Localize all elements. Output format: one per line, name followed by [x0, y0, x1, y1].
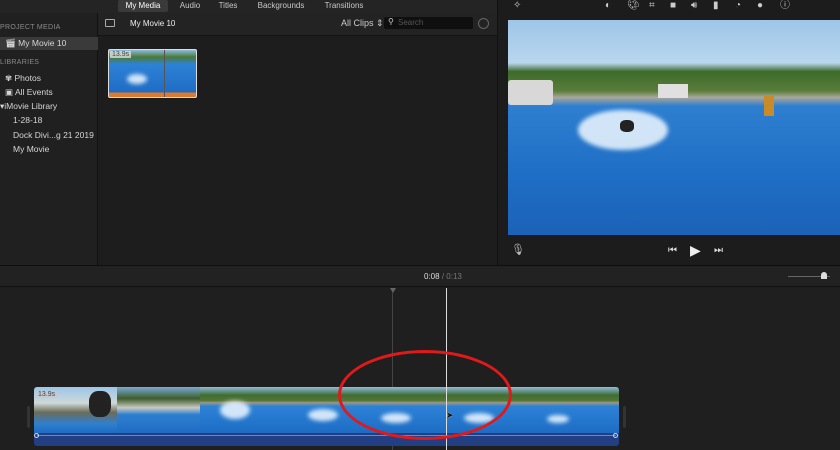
stabilization-icon[interactable]: ■	[670, 0, 676, 11]
magic-wand-icon[interactable]: ✧	[513, 0, 521, 11]
sidebar-item-event[interactable]: Dock Divi...g 21 2019	[0, 129, 98, 142]
red-annotation-circle	[338, 350, 512, 440]
chevron-updown-icon: ⇕	[376, 18, 384, 28]
fade-handle-right[interactable]	[613, 433, 618, 438]
project-media-heading: PROJECT MEDIA	[0, 24, 61, 31]
clapper-icon: 🎬︎	[5, 38, 16, 48]
sidebar-item-all-events[interactable]: ▣ All Events	[0, 86, 98, 99]
crop-icon[interactable]: ⌗	[649, 0, 655, 11]
timeline-clip[interactable]: 13.9s	[34, 387, 619, 446]
clip-frame	[117, 387, 201, 433]
clip-duration-badge: 13.9s	[36, 391, 58, 398]
skip-forward-icon[interactable]: ⏭︎	[714, 245, 723, 256]
microphone-icon[interactable]: 🎙︎	[511, 243, 525, 256]
media-clip-thumbnail[interactable]: 13.9s	[108, 49, 197, 98]
video-preview[interactable]	[508, 20, 840, 235]
sidebar-item-event[interactable]: 1-28-18	[0, 114, 98, 127]
sidebar-item-project[interactable]: 🎬︎ My Movie 10	[0, 37, 98, 50]
equalizer-icon[interactable]: ▮	[713, 0, 719, 11]
sidebar-item-event[interactable]: My Movie	[0, 143, 98, 156]
browser-title: My Movie 10	[130, 19, 176, 28]
search-input[interactable]: ⚲ Search	[384, 17, 473, 29]
speed-icon[interactable]: ◔	[735, 0, 741, 11]
tab-my-media[interactable]: My Media	[118, 0, 168, 12]
viewer: ✧ ◐ 🎨︎ ⌗ ■ 🔊︎ ▮ ◔ ● ⓘ 🎙︎ ⏮︎ ▶︎ ⏭︎	[497, 0, 840, 265]
star-icon: ▣	[5, 87, 14, 97]
clip-handle-left[interactable]	[27, 406, 30, 428]
noise-reduction-icon[interactable]: ●	[757, 0, 763, 11]
dog	[620, 120, 634, 132]
clip-frame	[532, 387, 619, 433]
dog	[89, 391, 111, 417]
parked-car	[508, 80, 553, 105]
photos-icon: ✾	[5, 73, 13, 83]
library-sidebar: PROJECT MEDIA 🎬︎ My Movie 10 LIBRARIES ✾…	[0, 13, 98, 265]
person	[764, 96, 774, 116]
tab-titles[interactable]: Titles	[212, 0, 244, 12]
clips-filter-select[interactable]: All Clips ⇕	[341, 18, 384, 29]
settings-icon[interactable]	[478, 18, 489, 29]
playhead-time: 0:08 / 0:13	[424, 272, 462, 281]
libraries-heading: LIBRARIES	[0, 59, 40, 66]
color-correction-icon[interactable]: 🎨︎	[627, 0, 640, 11]
all-events-label: All Events	[14, 87, 53, 97]
media-browser: My Movie 10 All Clips ⇕ ⚲ Search 13.9s	[98, 13, 497, 265]
browser-header: My Movie 10 All Clips ⇕ ⚲ Search	[98, 13, 497, 36]
splash	[127, 74, 147, 84]
skimmer-marker-icon	[390, 288, 396, 293]
sidebar-item-imovie-library[interactable]: ▾iMovie Library	[0, 100, 98, 113]
sidebar-item-photos[interactable]: ✾ Photos	[0, 72, 98, 85]
play-icon[interactable]: ▶︎	[690, 242, 701, 259]
current-time: 0:08	[424, 272, 440, 281]
parked-truck	[658, 84, 688, 98]
total-time: 0:13	[446, 272, 462, 281]
search-icon: ⚲	[388, 17, 394, 26]
splash	[308, 409, 338, 421]
splash	[547, 415, 569, 423]
skimmer-line	[164, 50, 165, 97]
skip-back-icon[interactable]: ⏮︎	[668, 245, 677, 256]
tab-backgrounds[interactable]: Backgrounds	[252, 0, 310, 12]
tab-transitions[interactable]: Transitions	[320, 0, 368, 12]
clip-duration-badge: 13.9s	[110, 51, 132, 58]
clip-handle-right[interactable]	[623, 406, 626, 428]
tab-audio[interactable]: Audio	[174, 0, 206, 12]
splash	[220, 401, 250, 419]
volume-line[interactable]	[37, 435, 616, 436]
photos-label: Photos	[14, 73, 41, 83]
clip-frame	[200, 387, 284, 433]
filter-label: All Clips	[341, 18, 374, 28]
library-label: iMovie Library	[4, 101, 58, 111]
media-tab-bar: My Media Audio Titles Backgrounds Transi…	[0, 0, 497, 13]
color-balance-icon[interactable]: ◐	[605, 0, 611, 11]
fade-handle-left[interactable]	[34, 433, 39, 438]
timeline-header: 0:08 / 0:13	[0, 265, 840, 287]
search-placeholder: Search	[398, 18, 424, 27]
sidebar-toggle-icon[interactable]	[105, 19, 115, 27]
time-separator: /	[441, 272, 445, 281]
zoom-slider-knob[interactable]	[821, 272, 827, 279]
volume-icon[interactable]: 🔊︎	[691, 0, 697, 11]
project-label: My Movie 10	[18, 38, 67, 48]
info-icon[interactable]: ⓘ	[780, 0, 790, 11]
timeline[interactable]: 13.9s ➤	[0, 288, 840, 450]
